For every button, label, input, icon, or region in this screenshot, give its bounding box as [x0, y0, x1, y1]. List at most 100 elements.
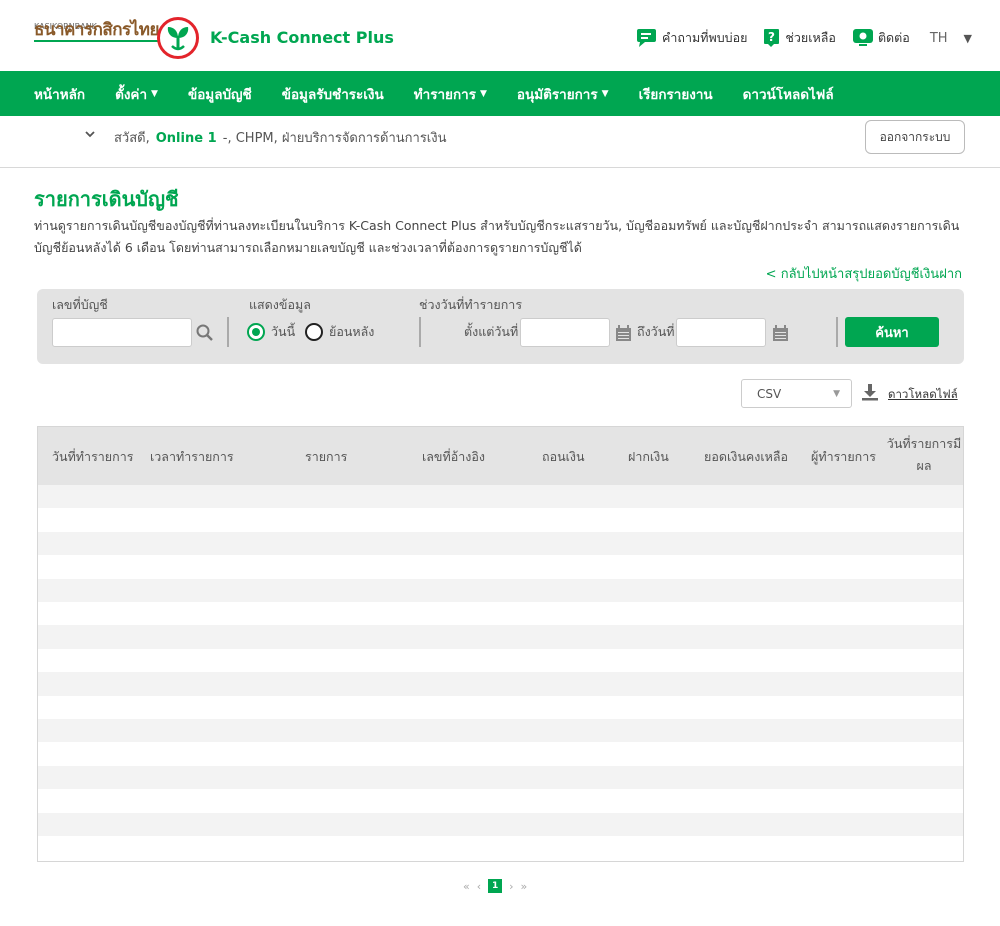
statement-table: วันที่ทำรายการ เวลาทำรายการ รายการ เลขที… — [37, 426, 964, 862]
divider — [419, 317, 421, 347]
pagination: « ‹ 1 › » — [463, 879, 534, 893]
date-range-label: ช่วงวันที่ทำรายการ — [419, 297, 523, 312]
from-date-input[interactable] — [520, 318, 610, 347]
col-balance[interactable]: ยอดเงินคงเหลือ — [704, 447, 788, 467]
prev-page-button[interactable]: ‹ — [477, 880, 481, 893]
col-withdraw[interactable]: ถอนเงิน — [542, 447, 585, 467]
next-page-button[interactable]: › — [509, 880, 513, 893]
nav-label: อนุมัติรายการ — [516, 86, 598, 103]
svg-text:?: ? — [768, 30, 775, 44]
nav-item-reports[interactable]: เรียกรายงาน — [639, 83, 713, 105]
table-row — [38, 742, 963, 765]
contact-monitor-icon — [852, 28, 874, 48]
radio-past-label: ย้อนหลัง — [329, 324, 375, 339]
table-row — [38, 672, 963, 696]
top-links: คำถามที่พบบ่อย ? ช่วยเหลือ ติดต่อ TH ▼ — [620, 26, 972, 50]
filter-panel: เลขที่บัญชี แสดงข้อมูล วันนี้ ย้อนหลัง ช… — [37, 289, 964, 364]
col-deposit[interactable]: ฝากเงิน — [628, 447, 669, 467]
radio-selected-icon — [247, 323, 265, 341]
download-icon[interactable] — [861, 383, 879, 401]
table-row — [38, 789, 963, 812]
nav-label: ดาวน์โหลดไฟล์ — [742, 86, 834, 103]
contact-link[interactable]: ติดต่อ — [852, 28, 910, 48]
download-file-link[interactable]: ดาวโหลดไฟล์ — [888, 386, 958, 404]
col-transaction-time[interactable]: เวลาทำรายการ — [150, 447, 234, 467]
page-description: ท่านดูรายการเดินบัญชีของบัญชีที่ท่านลงทะ… — [34, 218, 960, 255]
radio-today[interactable]: วันนี้ — [247, 322, 295, 342]
table-row — [38, 696, 963, 719]
nav-item-home[interactable]: หน้าหลัก — [34, 83, 85, 105]
col-transaction-date[interactable]: วันที่ทำรายการ — [52, 447, 133, 467]
to-date-label: ถึงวันที่ — [637, 324, 675, 339]
calendar-icon[interactable] — [772, 325, 789, 342]
table-row — [38, 485, 963, 509]
caret-down-icon: ▼ — [479, 88, 487, 99]
kbank-leaf-logo-icon — [157, 17, 199, 59]
help-label: ช่วยเหลือ — [785, 30, 836, 45]
nav-item-transactions[interactable]: ทำรายการ ▼ — [414, 83, 487, 105]
caret-down-icon: ▼ — [151, 88, 158, 99]
radio-empty-icon — [305, 323, 323, 341]
col-effective-date[interactable]: วันที่รายการมีผล — [884, 433, 963, 477]
radio-past[interactable]: ย้อนหลัง — [305, 322, 374, 342]
faq-link[interactable]: คำถามที่พบบ่อย — [636, 28, 747, 48]
table-row — [38, 531, 963, 556]
account-number-input[interactable] — [52, 318, 192, 347]
help-question-icon: ? — [763, 28, 781, 48]
current-page[interactable]: 1 — [488, 879, 503, 893]
logout-button[interactable]: ออกจากระบบ — [865, 120, 965, 154]
nav-label: ข้อมูลบัญชี — [187, 86, 252, 103]
col-operator[interactable]: ผู้ทำรายการ — [811, 447, 876, 467]
divider — [836, 317, 838, 347]
last-page-button[interactable]: » — [521, 880, 528, 893]
col-reference[interactable]: เลขที่อ้างอิง — [422, 447, 485, 467]
nav-item-download-file[interactable]: ดาวน์โหลดไฟล์ — [743, 83, 834, 105]
table-row — [38, 625, 963, 649]
nav-item-account-info[interactable]: ข้อมูลบัญชี — [188, 83, 252, 105]
nav-item-approve[interactable]: อนุมัติรายการ ▼ — [517, 83, 609, 105]
chevron-down-icon[interactable] — [84, 128, 96, 144]
file-format-select[interactable]: CSV ▼ — [741, 379, 852, 408]
account-label: เลขที่บัญชี — [52, 297, 108, 312]
app-title: K-Cash Connect Plus — [210, 28, 394, 47]
chat-bubble-icon — [636, 28, 658, 48]
table-row — [38, 555, 963, 578]
help-link[interactable]: ? ช่วยเหลือ — [763, 28, 836, 48]
table-row — [38, 508, 963, 531]
to-date-input[interactable] — [676, 318, 766, 347]
user-detail: -, CHPM, ฝ่ายบริการจัดการด้านการเงิน — [222, 131, 447, 146]
language-select[interactable]: TH ▼ — [930, 31, 972, 46]
search-button[interactable]: ค้นหา — [845, 317, 939, 347]
nav-label: หน้าหลัก — [34, 86, 86, 103]
col-description[interactable]: รายการ — [305, 447, 347, 467]
table-row — [38, 836, 963, 859]
user-greeting: สวัสดี, Online 1 -, CHPM, ฝ่ายบริการจัดกา… — [114, 127, 447, 148]
nav-item-settings[interactable]: ตั้งค่า ▼ — [115, 83, 158, 105]
main-navbar: หน้าหลัก ตั้งค่า ▼ ข้อมูลบัญชี ข้อมูลรับช… — [0, 71, 1000, 116]
kasikornbank-logo[interactable]: ธนาคารกสิกรไทย KASIKORNBANK — [34, 20, 159, 54]
from-date-label: ตั้งแต่วันที่ — [464, 324, 519, 339]
back-to-summary-link[interactable]: < กลับไปหน้าสรุปยอดบัญชีเงินฝาก — [766, 263, 962, 284]
nav-label: ทำรายการ — [413, 86, 476, 103]
nav-item-payment-info[interactable]: ข้อมูลรับชำระเงิน — [282, 83, 384, 105]
file-format-value: CSV — [757, 386, 782, 401]
page-title: รายการเดินบัญชี — [34, 187, 179, 211]
table-header: วันที่ทำรายการ เวลาทำรายการ รายการ เลขที… — [38, 427, 963, 485]
calendar-icon[interactable] — [615, 325, 632, 342]
search-icon[interactable] — [195, 323, 215, 343]
caret-down-icon: ▼ — [963, 31, 972, 45]
faq-label: คำถามที่พบบ่อย — [662, 30, 748, 45]
language-value: TH — [929, 30, 948, 46]
table-row — [38, 812, 963, 836]
table-row — [38, 719, 963, 743]
nav-label: ตั้งค่า — [115, 86, 148, 103]
first-page-button[interactable]: « — [463, 880, 470, 893]
nav-label: เรียกรายงาน — [638, 86, 713, 103]
greeting-text: สวัสดี, — [114, 131, 150, 146]
caret-down-icon: ▼ — [601, 88, 609, 99]
contact-label: ติดต่อ — [877, 30, 910, 45]
user-name: Online 1 — [155, 131, 217, 146]
table-row — [38, 602, 963, 625]
table-row — [38, 578, 963, 602]
table-row — [38, 649, 963, 672]
